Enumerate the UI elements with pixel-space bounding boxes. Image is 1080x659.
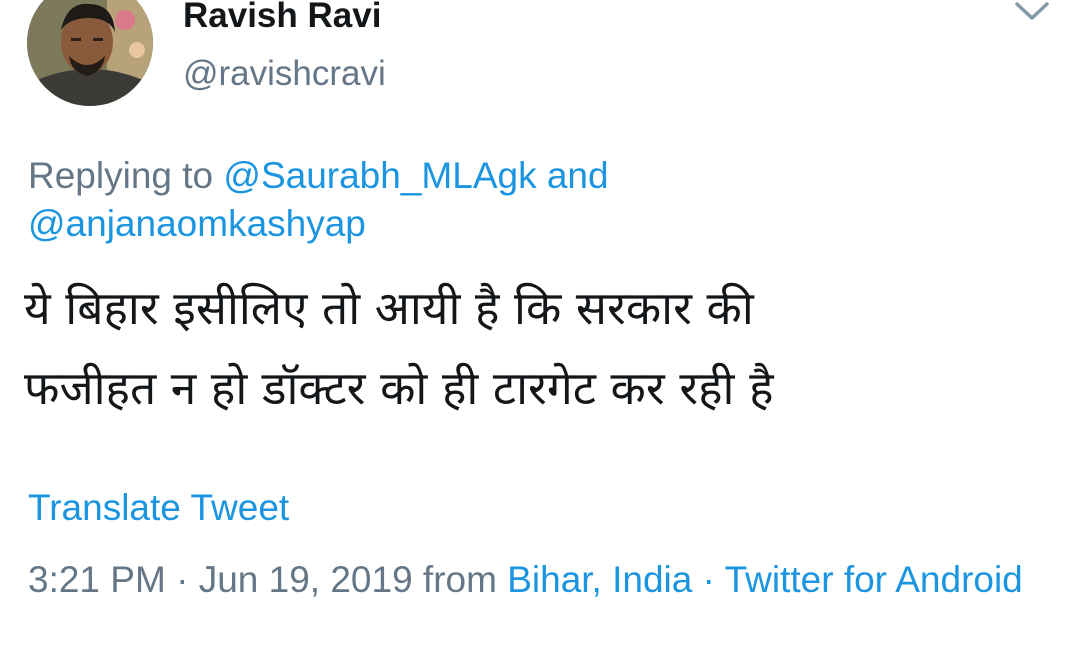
translate-tweet-link[interactable]: Translate Tweet <box>28 484 289 532</box>
tweet-text-line: ये बिहार इसीलिए तो आयी है कि सरकार की <box>24 281 754 335</box>
location-link[interactable]: Bihar, India <box>507 559 692 600</box>
mention-link-anjana[interactable]: @anjanaomkashyap <box>28 203 366 244</box>
user-avatar-photo <box>27 0 153 106</box>
reply-context: Replying to @Saurabh_MLAgk and @anjanaomk… <box>28 152 1028 248</box>
tweet-time[interactable]: 3:21 PM <box>28 559 166 600</box>
avatar[interactable] <box>27 0 153 106</box>
tweet-metadata: 3:21 PM · Jun 19, 2019 from Bihar, India… <box>28 553 1038 607</box>
tweet-text-line: फजीहत न हो डॉक्टर को ही टारगेट कर रही है <box>24 361 774 415</box>
display-name[interactable]: Ravish Ravi <box>183 0 381 38</box>
source-link[interactable]: Twitter for Android <box>725 559 1023 600</box>
meta-separator: · <box>165 559 199 600</box>
tweet-text: ये बिहार इसीलिए तो आयी है कि सरकार की फज… <box>24 268 1064 428</box>
user-handle[interactable]: @ravishcravi <box>183 52 386 96</box>
mention-link-saurabh[interactable]: @Saurabh_MLAgk <box>223 155 536 196</box>
tweet-date[interactable]: Jun 19, 2019 <box>199 559 413 600</box>
meta-separator: · <box>692 559 725 600</box>
reply-conjunction: and <box>536 155 609 196</box>
from-label: from <box>412 559 508 600</box>
tweet-menu-button[interactable] <box>1012 0 1052 28</box>
reply-prefix: Replying to <box>28 155 224 196</box>
chevron-down-icon <box>1015 2 1049 20</box>
